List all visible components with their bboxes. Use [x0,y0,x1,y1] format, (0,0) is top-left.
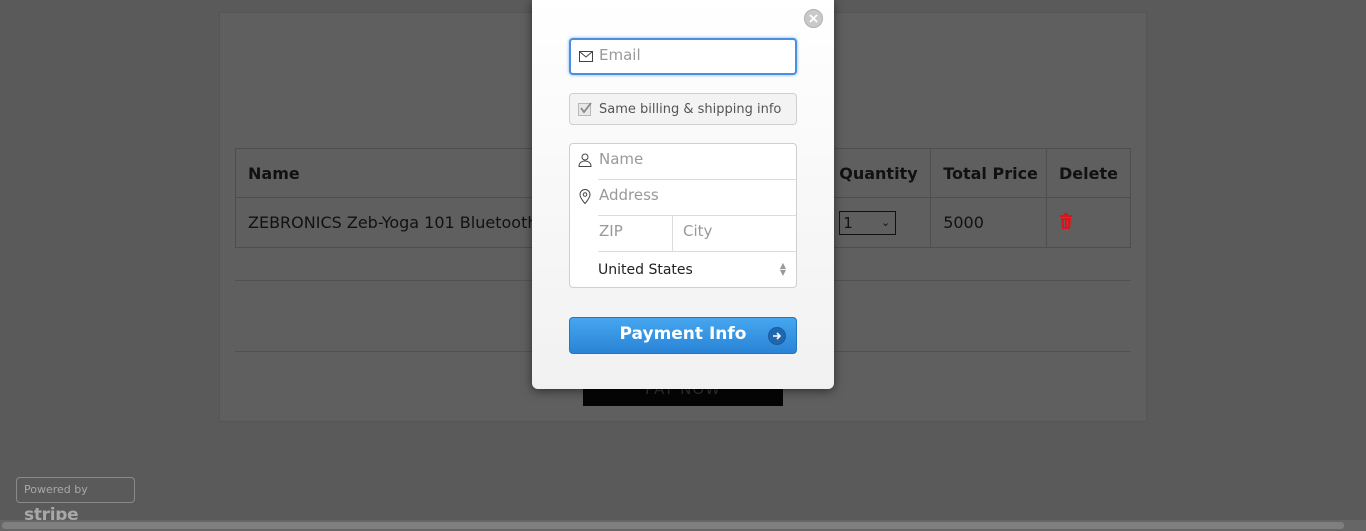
delete-cell [1046,197,1131,248]
trash-icon[interactable] [1059,212,1073,229]
quantity-cell: 1 ⌄ [830,197,932,248]
payment-info-label: Payment Info [619,324,747,344]
close-button[interactable] [804,9,823,28]
checkbox-icon [578,102,592,116]
city-placeholder: City [683,222,713,240]
checkout-modal: Email Same billing & shipping info Name … [532,0,834,389]
address-group: Name Address ZIP City United States ▲ ▼ [569,143,797,288]
same-billing-checkbox[interactable]: Same billing & shipping info [569,93,797,125]
quantity-value: 1 [843,213,853,232]
column-header-total-price: Total Price [930,148,1048,198]
address-placeholder: Address [599,186,659,204]
column-header-delete: Delete [1046,148,1131,198]
email-field[interactable]: Email [569,38,797,75]
chevron-down-icon: ⌄ [881,215,891,229]
location-pin-icon [579,189,591,204]
column-header-quantity: Quantity [830,148,932,198]
person-icon [578,153,592,167]
quantity-select[interactable]: 1 ⌄ [839,210,897,235]
payment-info-button[interactable]: Payment Info [569,317,797,354]
address-field[interactable]: Address [570,180,796,216]
zip-field[interactable]: ZIP [598,216,672,252]
close-icon [809,14,818,23]
total-price: 5000 [930,197,1048,248]
arrow-right-icon [768,327,786,345]
powered-by-label: Powered by [24,483,88,496]
same-billing-label: Same billing & shipping info [599,102,782,117]
city-field[interactable]: City [673,216,796,252]
country-select[interactable]: United States ▲ ▼ [570,252,796,288]
name-placeholder: Name [599,150,644,168]
zip-placeholder: ZIP [599,222,623,240]
powered-by-stripe-badge[interactable]: Powered by stripe [16,477,135,525]
scrollbar-thumb[interactable] [2,522,1344,529]
mail-icon [579,51,593,62]
email-placeholder: Email [599,46,641,64]
country-value: United States [598,262,693,278]
name-field[interactable]: Name [570,144,796,180]
select-arrows-icon: ▲ ▼ [779,261,786,277]
